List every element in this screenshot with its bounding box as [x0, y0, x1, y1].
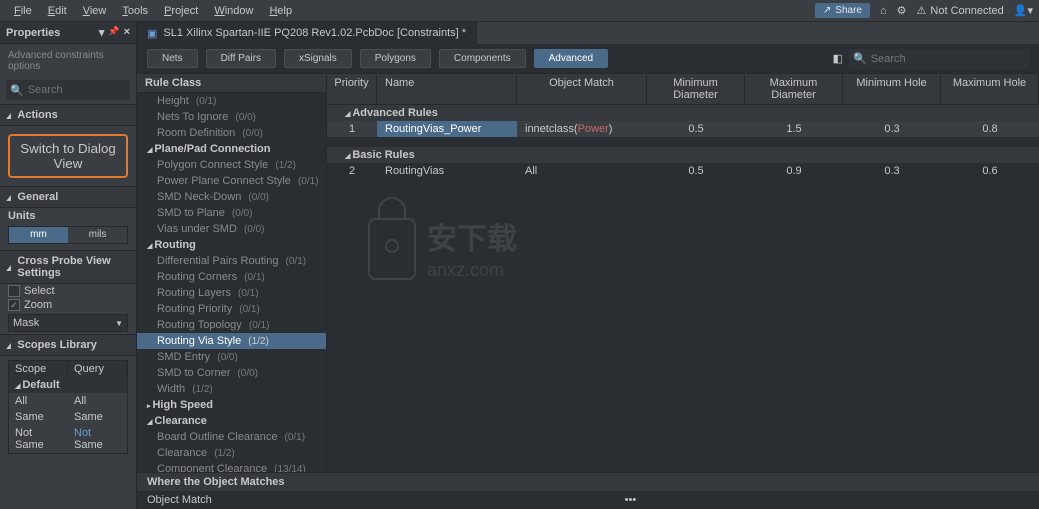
content-area: ▣SL1 Xilinx Spartan-IIE PQ208 Rev1.02.Pc…: [137, 22, 1039, 509]
tree-item[interactable]: SMD to Plane (0/0): [137, 205, 326, 221]
tree-item[interactable]: Component Clearance (13/14): [137, 461, 326, 472]
svg-text:anxz.com: anxz.com: [427, 260, 504, 280]
units-label: Units: [0, 208, 136, 224]
select-checkbox[interactable]: Select: [0, 284, 136, 298]
tree-item[interactable]: Polygon Connect Style (1/2): [137, 157, 326, 173]
panel-menu-icon[interactable]: ▾: [99, 26, 105, 39]
tree-group[interactable]: ▸ High Speed: [137, 397, 326, 413]
rules-grid: Priority Name Object Match Minimum Diame…: [327, 74, 1039, 472]
panel-close-icon[interactable]: ×: [124, 26, 130, 39]
filter-toggle-icon[interactable]: ◧: [833, 52, 843, 65]
scopes-grid: Scope Query ◢ Default AllAllSameSameNot …: [8, 360, 128, 454]
mask-select[interactable]: Mask▼: [8, 314, 128, 332]
panel-subtitle: Advanced constraints options: [0, 44, 136, 78]
connection-icon[interactable]: ⚠Not Connected: [917, 4, 1004, 17]
filter-xsignals[interactable]: xSignals: [284, 49, 352, 68]
table-row[interactable]: Not SameNot Same: [9, 425, 127, 453]
menubar: File Edit View Tools Project Window Help…: [0, 0, 1039, 22]
tree-item[interactable]: Height (0/1): [137, 93, 326, 109]
tree-group[interactable]: ◢ Plane/Pad Connection: [137, 141, 326, 157]
table-row[interactable]: 2RoutingViasAll0.50.90.30.6: [327, 163, 1039, 179]
tree-header: Rule Class: [137, 74, 326, 93]
tree-item[interactable]: Nets To Ignore (0/0): [137, 109, 326, 125]
scopes-default[interactable]: ◢ Default: [9, 377, 127, 393]
tree-item[interactable]: Room Definition (0/0): [137, 125, 326, 141]
search-icon: 🔍: [853, 52, 867, 65]
rule-class-tree: Rule Class Height (0/1)Nets To Ignore (0…: [137, 74, 327, 472]
units-mm[interactable]: mm: [9, 227, 68, 243]
menu-view[interactable]: View: [75, 5, 115, 17]
filter-search[interactable]: 🔍: [849, 49, 1029, 69]
user-icon[interactable]: 👤▾: [1014, 4, 1033, 17]
tree-item[interactable]: Power Plane Connect Style (0/1): [137, 173, 326, 189]
section-general[interactable]: General: [0, 186, 136, 208]
menu-file[interactable]: File: [6, 5, 40, 17]
zoom-checkbox[interactable]: ✓Zoom: [0, 298, 136, 312]
rules-basic-header[interactable]: ◢ Basic Rules: [327, 147, 1039, 163]
col-query[interactable]: Query: [68, 361, 127, 377]
gear-icon[interactable]: ⚙: [897, 4, 907, 17]
panel-search-input[interactable]: [28, 84, 126, 96]
table-row[interactable]: SameSame: [9, 409, 127, 425]
menu-help[interactable]: Help: [261, 5, 300, 17]
table-row[interactable]: 1RoutingVias_Powerinnetclass(Power)0.51.…: [327, 121, 1039, 137]
menu-project[interactable]: Project: [156, 5, 206, 17]
where-matches-header: Where the Object Matches: [137, 473, 1039, 491]
tree-group[interactable]: ◢ Clearance: [137, 413, 326, 429]
tree-item[interactable]: Routing Priority (0/1): [137, 301, 326, 317]
section-actions[interactable]: Actions: [0, 104, 136, 126]
document-tab[interactable]: ▣SL1 Xilinx Spartan-IIE PQ208 Rev1.02.Pc…: [137, 22, 477, 44]
rules-adv-header[interactable]: ◢ Advanced Rules: [327, 105, 1039, 121]
tree-item[interactable]: Clearance (1/2): [137, 445, 326, 461]
filter-bar: Nets Diff Pairs xSignals Polygons Components…: [137, 44, 1039, 74]
object-match-label: Object Match: [147, 494, 212, 506]
tree-item[interactable]: Vias under SMD (0/0): [137, 221, 326, 237]
svg-text:安下载: 安下载: [427, 223, 517, 256]
menu-window[interactable]: Window: [206, 5, 261, 17]
share-button[interactable]: ↗Share: [815, 3, 870, 18]
properties-panel: Properties ▾ 📌 × Advanced constraints op…: [0, 22, 137, 509]
tree-item[interactable]: Routing Corners (0/1): [137, 269, 326, 285]
filter-polygons[interactable]: Polygons: [360, 49, 431, 68]
col-scope[interactable]: Scope: [9, 361, 68, 377]
section-cross-probe[interactable]: Cross Probe View Settings: [0, 250, 136, 284]
tree-item[interactable]: Width (1/2): [137, 381, 326, 397]
document-tabs: ▣SL1 Xilinx Spartan-IIE PQ208 Rev1.02.Pc…: [137, 22, 1039, 44]
tree-item[interactable]: SMD Neck-Down (0/0): [137, 189, 326, 205]
search-icon: 🔍: [10, 84, 24, 97]
home-icon[interactable]: ⌂: [880, 5, 887, 17]
tree-item[interactable]: SMD Entry (0/0): [137, 349, 326, 365]
table-row[interactable]: AllAll: [9, 393, 127, 409]
filter-search-input[interactable]: [871, 53, 1025, 65]
units-toggle[interactable]: mm mils: [8, 226, 128, 244]
tree-group[interactable]: ◢ Routing: [137, 237, 326, 253]
menu-edit[interactable]: Edit: [40, 5, 75, 17]
section-scopes[interactable]: Scopes Library: [0, 334, 136, 356]
panel-pin-icon[interactable]: 📌: [108, 26, 119, 39]
watermark-icon: 安下载 anxz.com: [367, 194, 577, 294]
filter-components[interactable]: Components: [439, 49, 526, 68]
tree-item[interactable]: Routing Topology (0/1): [137, 317, 326, 333]
filter-diff-pairs[interactable]: Diff Pairs: [206, 49, 276, 68]
filter-nets[interactable]: Nets: [147, 49, 198, 68]
tree-item[interactable]: Differential Pairs Routing (0/1): [137, 253, 326, 269]
filter-advanced[interactable]: Advanced: [534, 49, 608, 68]
tree-item[interactable]: Routing Via Style (1/2): [137, 333, 326, 349]
rules-columns: Priority Name Object Match Minimum Diame…: [327, 74, 1039, 105]
object-match-more[interactable]: •••: [625, 494, 637, 506]
menu-tools[interactable]: Tools: [114, 5, 156, 17]
tree-item[interactable]: Board Outline Clearance (0/1): [137, 429, 326, 445]
tree-item[interactable]: Routing Layers (0/1): [137, 285, 326, 301]
panel-search[interactable]: 🔍: [6, 80, 130, 100]
switch-to-dialog-button[interactable]: Switch to Dialog View: [8, 134, 128, 178]
panel-title: Properties: [6, 27, 60, 39]
where-matches-panel: Where the Object Matches Object Match ••…: [137, 472, 1039, 509]
tree-item[interactable]: SMD to Corner (0/0): [137, 365, 326, 381]
units-mils[interactable]: mils: [68, 227, 127, 243]
